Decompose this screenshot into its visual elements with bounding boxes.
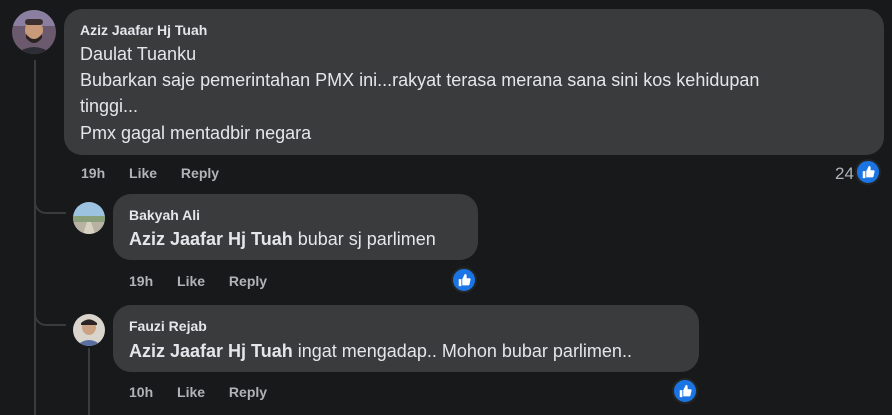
mention-link[interactable]: Aziz Jaafar Hj Tuah [129, 229, 293, 249]
comment-bubble-aziz: Aziz Jaafar Hj Tuah Daulat Tuanku Bubark… [64, 9, 884, 155]
reply-button[interactable]: Reply [229, 273, 267, 289]
comment-actions: 19h Like Reply [81, 165, 239, 181]
reply-author[interactable]: Bakyah Ali [129, 207, 200, 223]
reply-text: Aziz Jaafar Hj Tuah ingat mengadap.. Moh… [129, 338, 632, 364]
reaction-count[interactable]: 24 [835, 164, 854, 184]
reply-text: Aziz Jaafar Hj Tuah bubar sj parlimen [129, 226, 436, 252]
reply-bubble-fauzi: Fauzi Rejab Aziz Jaafar Hj Tuah ingat me… [113, 305, 699, 372]
reply-button[interactable]: Reply [229, 384, 267, 400]
mention-link[interactable]: Aziz Jaafar Hj Tuah [129, 341, 293, 361]
reply-actions: 19h Like Reply [129, 273, 287, 289]
thread-line-main [34, 60, 36, 415]
thumbs-up-icon[interactable] [451, 267, 477, 293]
thread-line-reply-2 [88, 348, 90, 415]
reply-message: bubar sj parlimen [297, 229, 436, 249]
timestamp[interactable]: 10h [129, 384, 153, 400]
reply-button[interactable]: Reply [181, 165, 219, 181]
like-button[interactable]: Like [177, 384, 205, 400]
reply-author[interactable]: Fauzi Rejab [129, 318, 207, 334]
thread-branch-reply-1 [34, 196, 66, 214]
comment-line: Daulat Tuanku [80, 44, 197, 64]
thumbs-up-icon[interactable] [672, 378, 698, 404]
avatar-aziz[interactable] [12, 10, 56, 54]
comment-line: Pmx gagal mentadbir negara [80, 123, 312, 143]
reply-actions: 10h Like Reply [129, 384, 287, 400]
comment-author[interactable]: Aziz Jaafar Hj Tuah [80, 22, 207, 38]
like-button[interactable]: Like [129, 165, 157, 181]
avatar-bakyah[interactable] [73, 202, 105, 234]
reply-bubble-bakyah: Bakyah Ali Aziz Jaafar Hj Tuah bubar sj … [113, 194, 478, 260]
comment-line: tinggi... [80, 96, 139, 116]
comment-line: Bubarkan saje pemerintahan PMX ini...rak… [80, 70, 760, 90]
timestamp[interactable]: 19h [81, 165, 105, 181]
like-button[interactable]: Like [177, 273, 205, 289]
reply-message: ingat mengadap.. Mohon bubar parlimen.. [297, 341, 632, 361]
avatar-fauzi[interactable] [73, 314, 105, 346]
thread-branch-reply-2 [34, 308, 66, 326]
timestamp[interactable]: 19h [129, 273, 153, 289]
thumbs-up-icon[interactable] [855, 159, 881, 185]
